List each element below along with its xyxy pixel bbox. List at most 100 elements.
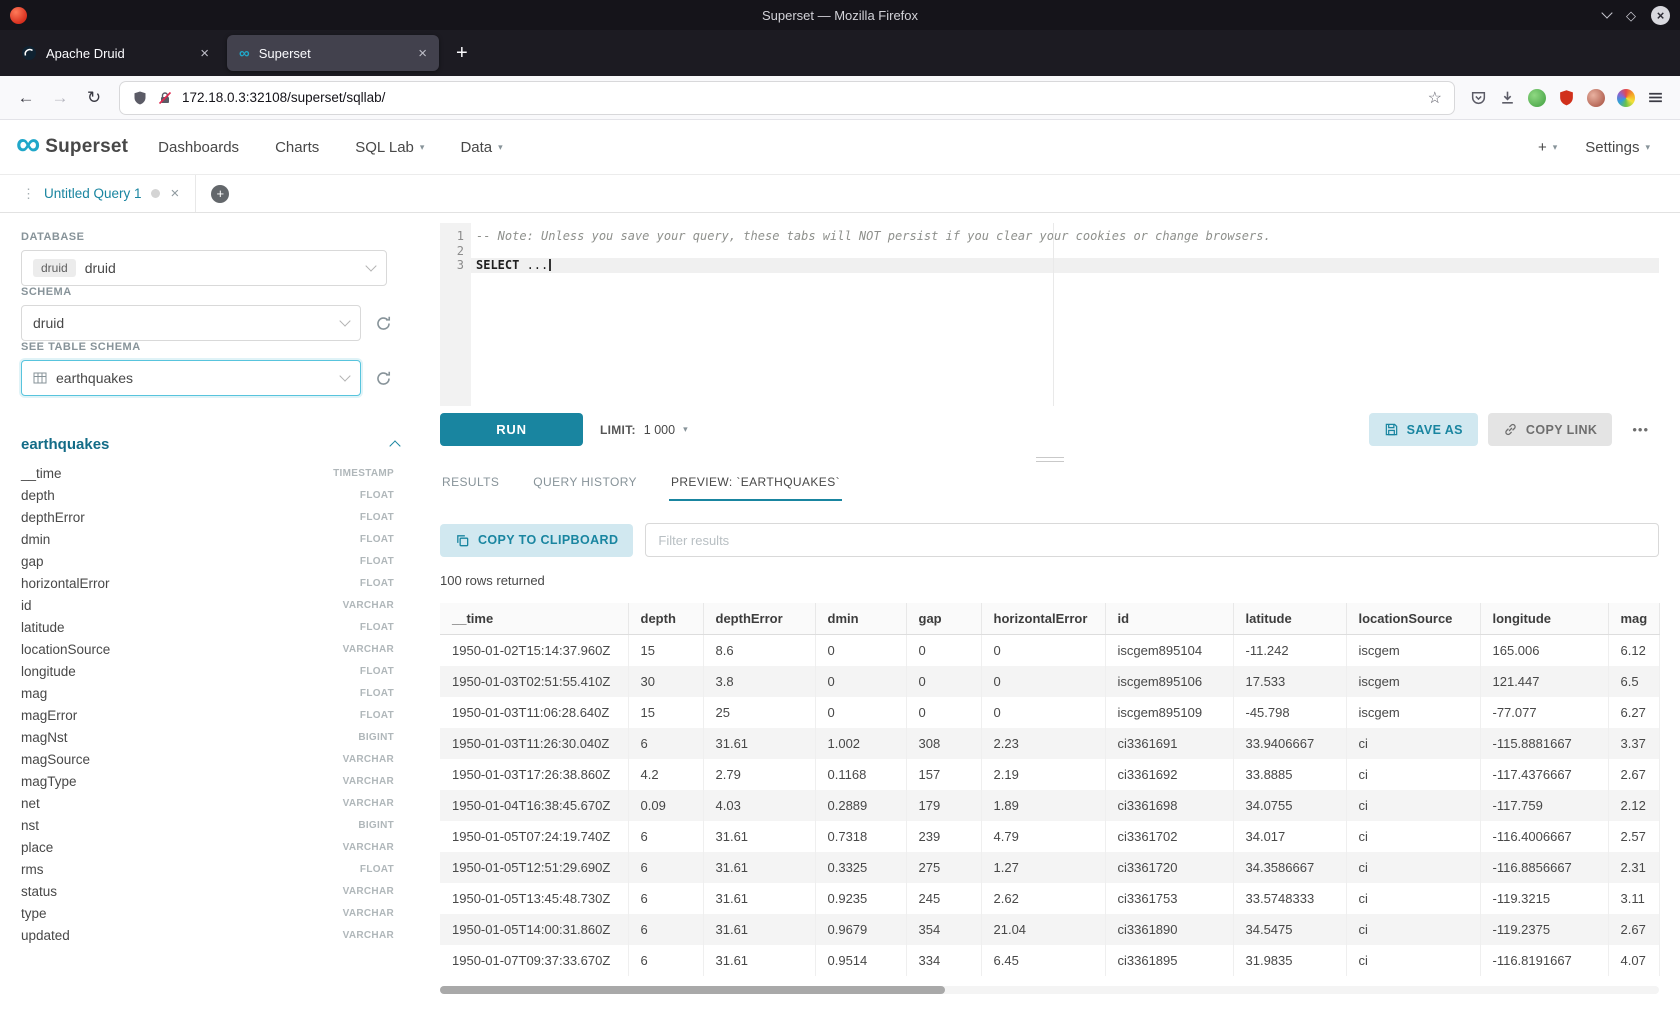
bookmark-star-icon[interactable]: ☆ xyxy=(1428,88,1442,108)
run-button[interactable]: RUN xyxy=(440,413,583,446)
nav-item-sql-lab[interactable]: SQL Lab▾ xyxy=(355,139,424,156)
save-as-button[interactable]: SAVE AS xyxy=(1369,413,1478,446)
column-header[interactable]: id xyxy=(1105,603,1233,635)
column-name: longitude xyxy=(21,664,76,679)
cell-mag: 4.07 xyxy=(1608,945,1659,976)
column-type: FLOAT xyxy=(360,490,394,501)
close-query-tab-icon[interactable]: × xyxy=(171,185,180,202)
schema-select[interactable]: druid xyxy=(21,305,361,341)
cell-gap: 239 xyxy=(906,821,981,852)
close-window-button[interactable]: × xyxy=(1651,6,1670,25)
cell-time: 1950-01-05T07:24:19.740Z xyxy=(440,821,628,852)
nav-item-charts[interactable]: Charts xyxy=(275,139,319,156)
settings-menu[interactable]: Settings▾ xyxy=(1585,139,1650,156)
cell-time: 1950-01-07T09:37:33.670Z xyxy=(440,945,628,976)
pocket-icon[interactable] xyxy=(1470,89,1487,106)
cell-longitude: -116.4006667 xyxy=(1480,821,1608,852)
copy-to-clipboard-button[interactable]: COPY TO CLIPBOARD xyxy=(440,524,633,557)
column-header[interactable]: depthError xyxy=(703,603,815,635)
column-header[interactable]: locationSource xyxy=(1346,603,1480,635)
column-name: gap xyxy=(21,554,44,569)
cell-horizontal-error: 2.19 xyxy=(981,759,1105,790)
browser-tab-druid[interactable]: Apache Druid × xyxy=(9,35,221,71)
column-header[interactable]: depth xyxy=(628,603,703,635)
copy-link-button[interactable]: COPY LINK xyxy=(1488,413,1612,446)
column-header[interactable]: horizontalError xyxy=(981,603,1105,635)
refresh-schema-button[interactable] xyxy=(375,315,392,332)
cell-horizontal-error: 4.79 xyxy=(981,821,1105,852)
column-header[interactable]: dmin xyxy=(815,603,906,635)
insecure-lock-icon[interactable] xyxy=(157,90,173,106)
column-header[interactable]: latitude xyxy=(1233,603,1346,635)
url-bar[interactable]: 172.18.0.3:32108/superset/sqllab/ ☆ xyxy=(120,82,1454,114)
resize-handle[interactable] xyxy=(1036,457,1064,462)
superset-logo[interactable]: ∞ Superset xyxy=(16,135,128,158)
pane-divider xyxy=(440,453,1659,465)
column-row: depthError FLOAT xyxy=(21,506,394,528)
nav-item-data[interactable]: Data▾ xyxy=(460,139,502,156)
table-row: 1950-01-04T16:38:45.670Z 0.09 4.03 0.288… xyxy=(440,790,1659,821)
maximize-button[interactable]: ◇ xyxy=(1626,9,1636,22)
horizontal-scrollbar-thumb[interactable] xyxy=(440,986,945,994)
caret-down-icon: ▾ xyxy=(420,142,425,153)
downloads-icon[interactable] xyxy=(1499,89,1516,106)
table-select[interactable]: earthquakes xyxy=(21,360,361,396)
extension-pinwheel-icon[interactable] xyxy=(1617,89,1635,107)
tab-preview-earthquakes[interactable]: PREVIEW: `EARTHQUAKES` xyxy=(669,465,842,501)
column-row: __time TIMESTAMP xyxy=(21,462,394,484)
profile-avatar-icon[interactable] xyxy=(1587,89,1605,107)
column-name: magError xyxy=(21,708,77,723)
refresh-tables-button[interactable] xyxy=(375,370,392,387)
editor-toolbar: RUN LIMIT: 1 000 ▾ SAVE AS COPY LINK •• xyxy=(440,406,1659,453)
hamburger-menu-icon[interactable] xyxy=(1647,89,1664,106)
column-header[interactable]: __time xyxy=(440,603,628,635)
column-header[interactable]: mag xyxy=(1608,603,1659,635)
caret-down-icon: ▾ xyxy=(498,142,503,153)
collapse-chevron-up-icon[interactable] xyxy=(389,440,400,451)
cell-mag: 3.37 xyxy=(1608,728,1659,759)
column-row: id VARCHAR xyxy=(21,594,394,616)
ublock-shield-icon[interactable] xyxy=(1558,89,1575,106)
drag-handle-icon[interactable]: ⋮ xyxy=(22,186,35,202)
forward-button[interactable]: → xyxy=(44,88,76,108)
table-section-title[interactable]: earthquakes xyxy=(21,436,109,453)
cell-id: iscgem895109 xyxy=(1105,697,1233,728)
close-tab-icon[interactable]: × xyxy=(200,45,209,62)
limit-dropdown[interactable]: LIMIT: 1 000 ▾ xyxy=(600,423,688,437)
cell-dmin: 0 xyxy=(815,666,906,697)
column-type: FLOAT xyxy=(360,864,394,875)
more-options-button[interactable]: ••• xyxy=(1622,422,1659,437)
cell-mag: 6.12 xyxy=(1608,635,1659,667)
add-query-tab-button[interactable]: + xyxy=(211,185,229,203)
close-tab-icon[interactable]: × xyxy=(418,45,427,62)
cell-horizontal-error: 1.89 xyxy=(981,790,1105,821)
sql-editor[interactable]: 1 2 3 -- Note: Unless you save your quer… xyxy=(440,223,1659,406)
column-row: magError FLOAT xyxy=(21,704,394,726)
query-tab-untitled-1[interactable]: ⋮ Untitled Query 1 × xyxy=(0,175,196,212)
browser-tab-label: Apache Druid xyxy=(46,46,125,61)
sql-empty-line xyxy=(471,244,1659,259)
editor-code-area[interactable]: -- Note: Unless you save your query, the… xyxy=(471,223,1659,406)
browser-tab-superset[interactable]: ∞ Superset × xyxy=(227,35,439,71)
tracking-protection-shield-icon[interactable] xyxy=(132,90,148,106)
tab-query-history[interactable]: QUERY HISTORY xyxy=(531,465,639,501)
extension-green-icon[interactable] xyxy=(1528,89,1546,107)
new-tab-button[interactable]: + xyxy=(442,42,482,65)
cell-mag: 2.67 xyxy=(1608,759,1659,790)
column-type: VARCHAR xyxy=(343,886,394,897)
cell-depth-error: 31.61 xyxy=(703,852,815,883)
filter-results-input[interactable] xyxy=(645,523,1659,557)
back-button[interactable]: ← xyxy=(10,88,42,108)
text-cursor xyxy=(549,259,551,271)
database-select[interactable]: druid druid xyxy=(21,250,387,286)
minimize-button[interactable] xyxy=(1603,13,1611,17)
app-icon xyxy=(10,7,27,24)
sql-comment-line: -- Note: Unless you save your query, the… xyxy=(471,229,1659,244)
url-text[interactable]: 172.18.0.3:32108/superset/sqllab/ xyxy=(182,90,1419,105)
column-header[interactable]: longitude xyxy=(1480,603,1608,635)
column-header[interactable]: gap xyxy=(906,603,981,635)
add-new-menu[interactable]: +▾ xyxy=(1538,139,1557,156)
nav-item-dashboards[interactable]: Dashboards xyxy=(158,139,239,156)
tab-results[interactable]: RESULTS xyxy=(440,465,501,501)
reload-button[interactable]: ↻ xyxy=(78,88,110,108)
